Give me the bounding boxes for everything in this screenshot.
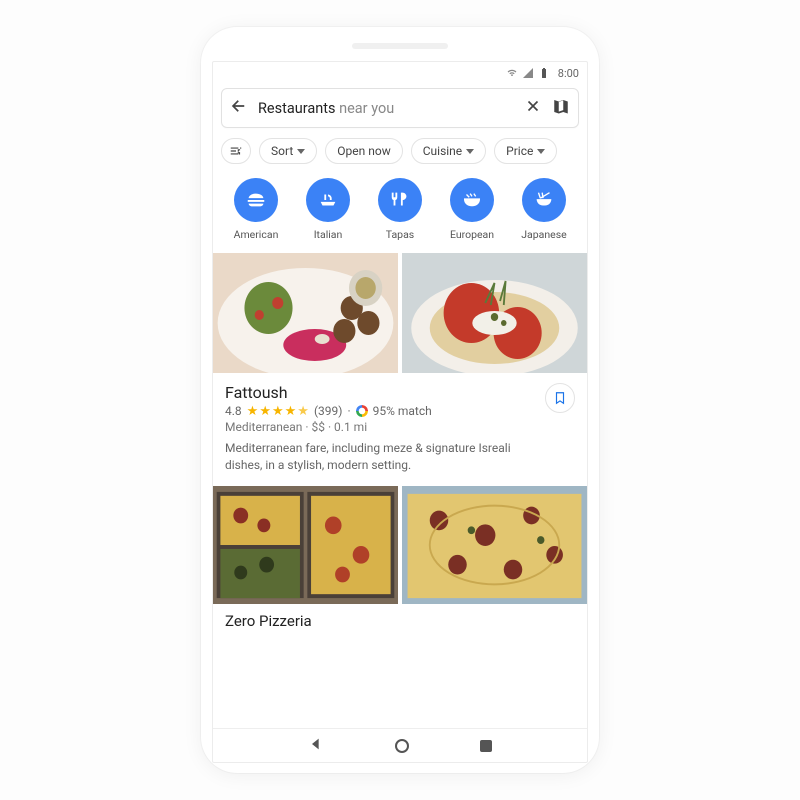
filter-cuisine[interactable]: Cuisine <box>411 138 486 164</box>
burger-icon <box>234 178 278 222</box>
listing-meta: Mediterranean · $$ · 0.1 mi <box>225 420 575 434</box>
chevron-down-icon <box>466 149 474 154</box>
back-button[interactable] <box>230 97 248 119</box>
filter-sort-label: Sort <box>271 144 293 158</box>
filter-open-now[interactable]: Open now <box>325 138 402 164</box>
filter-cuisine-label: Cuisine <box>423 144 462 158</box>
search-term: Restaurants <box>258 100 335 117</box>
filter-price[interactable]: Price <box>494 138 557 164</box>
listing-reviews: (399) <box>314 404 343 418</box>
status-bar: 8:00 <box>213 62 587 84</box>
phone-speaker <box>352 43 448 49</box>
bowl-icon <box>450 178 494 222</box>
category-tapas[interactable]: Tapas <box>371 178 429 241</box>
category-american[interactable]: American <box>227 178 285 241</box>
category-label: Tapas <box>371 228 429 241</box>
plate-icon <box>306 178 350 222</box>
listing-match: 95% match <box>373 404 432 418</box>
listing-rating: 4.8 <box>225 404 242 418</box>
android-nav-bar <box>213 728 587 762</box>
category-label: European <box>443 228 501 241</box>
food-photo <box>213 486 398 604</box>
listing-photos[interactable] <box>213 253 587 373</box>
match-icon <box>356 405 368 417</box>
search-suffix: near you <box>339 100 394 117</box>
category-european[interactable]: European <box>443 178 501 241</box>
map-toggle-icon[interactable] <box>552 97 570 119</box>
filter-open-label: Open now <box>337 144 390 158</box>
food-photo <box>402 486 587 604</box>
stars-icon: ★★★★★ <box>247 405 309 418</box>
filter-row: Sort Open now Cuisine Price <box>213 132 587 172</box>
category-label: Italian <box>299 228 357 241</box>
search-query[interactable]: Restaurants near you <box>258 100 514 117</box>
filter-tune-button[interactable] <box>221 138 251 164</box>
nav-back[interactable] <box>308 736 324 756</box>
tapas-icon <box>378 178 422 222</box>
category-label: Japanese <box>515 228 573 241</box>
clear-button[interactable] <box>524 97 542 119</box>
search-bar[interactable]: Restaurants near you <box>221 88 579 128</box>
listing-photos[interactable] <box>213 486 587 604</box>
chevron-down-icon <box>297 149 305 154</box>
filter-sort[interactable]: Sort <box>259 138 317 164</box>
listing-title[interactable]: Zero Pizzeria <box>213 604 587 638</box>
category-italian[interactable]: Italian <box>299 178 357 241</box>
category-row: American Italian Tapas European <box>213 172 587 253</box>
wifi-icon <box>506 67 518 79</box>
nav-recent[interactable] <box>480 740 492 752</box>
listing-rating-row: 4.8 ★★★★★ (399) · 95% match <box>225 404 575 418</box>
ramen-icon <box>522 178 566 222</box>
phone-frame: 8:00 Restaurants near you Sort <box>201 27 599 773</box>
save-button[interactable] <box>545 383 575 413</box>
listing-title: Fattoush <box>225 383 575 402</box>
food-photo <box>402 253 587 373</box>
category-label: American <box>227 228 285 241</box>
category-japanese[interactable]: Japanese <box>515 178 573 241</box>
listing-card[interactable]: Fattoush 4.8 ★★★★★ (399) · 95% match Med… <box>213 373 587 486</box>
chevron-down-icon <box>537 149 545 154</box>
screen: 8:00 Restaurants near you Sort <box>212 61 588 763</box>
listing-description: Mediterranean fare, including meze & sig… <box>225 440 525 474</box>
food-photo <box>213 253 398 373</box>
signal-icon <box>522 67 534 79</box>
filter-price-label: Price <box>506 144 533 158</box>
status-time: 8:00 <box>558 67 579 80</box>
battery-icon <box>538 67 550 79</box>
nav-home[interactable] <box>395 739 409 753</box>
